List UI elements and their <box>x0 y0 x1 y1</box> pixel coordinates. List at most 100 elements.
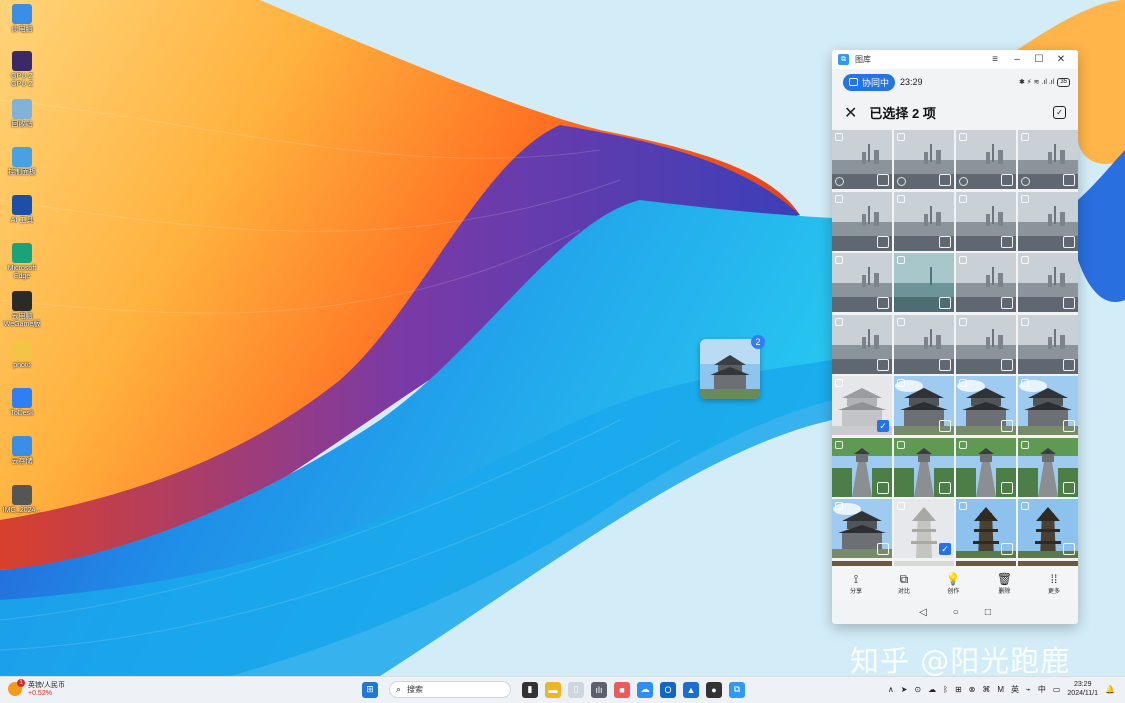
expand-icon[interactable] <box>959 194 967 203</box>
select-all-button[interactable]: ✓ <box>1053 106 1066 119</box>
expand-icon[interactable] <box>1021 317 1029 326</box>
file-explorer-icon[interactable]: ▬ <box>545 681 561 698</box>
tray-icon[interactable]: ▭ <box>1053 685 1061 694</box>
expand-icon[interactable] <box>897 502 905 510</box>
expand-icon[interactable] <box>897 256 905 264</box>
photo-thumbnail[interactable] <box>956 314 1016 374</box>
collab-app-icon[interactable]: ⧉ <box>729 681 745 698</box>
checkbox[interactable] <box>877 174 889 186</box>
checkbox-checked[interactable]: ✓ <box>877 420 889 432</box>
expand-icon[interactable] <box>835 440 843 449</box>
photo-thumbnail[interactable] <box>832 191 892 251</box>
phone-mirror-window[interactable]: ⧉ 图库 ≡ – ☐ ✕ 协同中 23:29 ✱ ⚡ ≋ .ıl .ıl 35 … <box>832 50 1078 624</box>
checkbox[interactable] <box>939 235 951 248</box>
tray-icon[interactable]: ∧ <box>888 685 894 694</box>
checkbox[interactable] <box>1063 481 1075 494</box>
photo-thumbnail[interactable]: ✓ <box>894 499 954 558</box>
checkbox[interactable] <box>877 235 889 248</box>
expand-icon[interactable] <box>835 133 843 141</box>
photo-thumbnail[interactable] <box>894 314 954 374</box>
tray-icon[interactable]: ⊞ <box>955 685 962 694</box>
photo-thumbnail[interactable] <box>832 499 892 558</box>
expand-icon[interactable] <box>897 194 905 203</box>
close-window-button[interactable]: ✕ <box>1050 54 1072 65</box>
photo-thumbnail[interactable] <box>1018 437 1078 497</box>
photo-thumbnail[interactable] <box>894 191 954 251</box>
photo-thumbnail[interactable] <box>1018 376 1078 435</box>
checkbox[interactable] <box>1001 481 1013 494</box>
checkbox[interactable] <box>877 481 889 494</box>
photo-thumbnail[interactable] <box>956 130 1016 189</box>
compare-action-button[interactable]: ⧉ 对比 <box>898 572 910 595</box>
photo-thumbnail[interactable] <box>832 437 892 497</box>
start-icon[interactable]: ⊞ <box>362 681 378 698</box>
photo-thumbnail[interactable] <box>1018 499 1078 558</box>
photo-thumbnail[interactable] <box>1018 191 1078 251</box>
desktop-icon-4[interactable]: AI 工具 <box>0 195 44 225</box>
desktop-icon-7[interactable]: photo <box>0 340 44 370</box>
maximize-button[interactable]: ☐ <box>1028 54 1050 65</box>
home-nav-button[interactable]: ○ <box>953 607 959 618</box>
red-app-icon[interactable]: ■ <box>614 681 630 698</box>
tray-icon[interactable]: ⌘ <box>982 685 990 694</box>
back-nav-button[interactable]: ◁ <box>919 607 927 618</box>
cancel-selection-button[interactable]: ✕ <box>844 103 857 123</box>
tray-icon[interactable]: ➤ <box>901 685 908 694</box>
photo-thumbnail[interactable] <box>894 376 954 435</box>
recent-nav-button[interactable]: □ <box>985 607 991 618</box>
tray-icon[interactable]: ⌁ <box>1026 685 1031 694</box>
expand-icon[interactable] <box>959 133 967 141</box>
expand-icon[interactable] <box>959 379 967 387</box>
desktop-icon-6[interactable]: 云电脑 WeGame版 <box>0 291 44 329</box>
photo-thumbnail[interactable] <box>894 130 954 189</box>
share-action-button[interactable]: ⟟ 分享 <box>850 572 862 595</box>
taskbar-search-box[interactable]: ⌕ 搜索 <box>389 681 511 698</box>
trash-action-button[interactable]: 🗑 删除 <box>997 572 1012 595</box>
photo-thumbnail[interactable] <box>1018 130 1078 189</box>
photo-thumbnail[interactable] <box>832 253 892 312</box>
expand-icon[interactable] <box>1021 502 1029 510</box>
expand-icon[interactable] <box>897 379 905 387</box>
expand-icon[interactable] <box>835 317 843 326</box>
expand-icon[interactable] <box>1021 440 1029 449</box>
checkbox[interactable] <box>1063 358 1075 371</box>
checkbox[interactable] <box>1063 235 1075 248</box>
checkbox[interactable] <box>1063 297 1075 309</box>
photos-icon[interactable]: ▲ <box>683 681 699 698</box>
tray-icon[interactable]: 英 <box>1011 684 1019 695</box>
photo-thumbnail[interactable] <box>894 253 954 312</box>
photo-thumbnail[interactable] <box>956 376 1016 435</box>
cloud-app-icon[interactable]: ☁ <box>637 681 653 698</box>
task-view-icon[interactable]: ▮ <box>522 681 538 698</box>
more-action-button[interactable]: ⁞⁞ 更多 <box>1048 572 1060 595</box>
tray-icon[interactable]: ᛒ <box>943 685 948 694</box>
expand-icon[interactable] <box>959 440 967 449</box>
checkbox[interactable] <box>1001 297 1013 309</box>
desktop-icon-3[interactable]: 控制面板 <box>0 147 44 177</box>
photo-thumbnail[interactable] <box>1018 314 1078 374</box>
photo-thumbnail[interactable] <box>832 130 892 189</box>
desktop-icon-9[interactable]: 云存储 <box>0 436 44 466</box>
desktop-icon-5[interactable]: Microsoft Edge <box>0 243 44 281</box>
expand-icon[interactable] <box>1021 379 1029 387</box>
expand-icon[interactable] <box>835 256 843 264</box>
tray-icon[interactable]: ⊙ <box>914 685 921 694</box>
expand-icon[interactable] <box>897 317 905 326</box>
photo-thumbnail[interactable]: ✓ <box>832 376 892 435</box>
checkbox[interactable] <box>939 481 951 494</box>
checkbox[interactable] <box>939 358 951 371</box>
checkbox-checked[interactable]: ✓ <box>939 543 951 555</box>
notification-bell-icon[interactable]: 🔔 <box>1105 685 1115 694</box>
checkbox[interactable] <box>1001 420 1013 432</box>
desktop-icon-1[interactable]: GPU-Z GPU-Z <box>0 51 44 89</box>
news-widget[interactable]: 1 英镑/人民币 +0.52% <box>8 678 65 697</box>
taskbar-clock[interactable]: 23:29 2024/11/1 <box>1067 680 1098 698</box>
expand-icon[interactable] <box>897 440 905 449</box>
checkbox[interactable] <box>1001 174 1013 186</box>
checkbox[interactable] <box>1063 174 1075 186</box>
checkbox[interactable] <box>939 174 951 186</box>
checkbox[interactable] <box>877 358 889 371</box>
outlook-icon[interactable]: O <box>660 681 676 698</box>
desktop-icon-2[interactable]: 回收站 <box>0 99 44 129</box>
photo-thumbnail[interactable] <box>894 437 954 497</box>
